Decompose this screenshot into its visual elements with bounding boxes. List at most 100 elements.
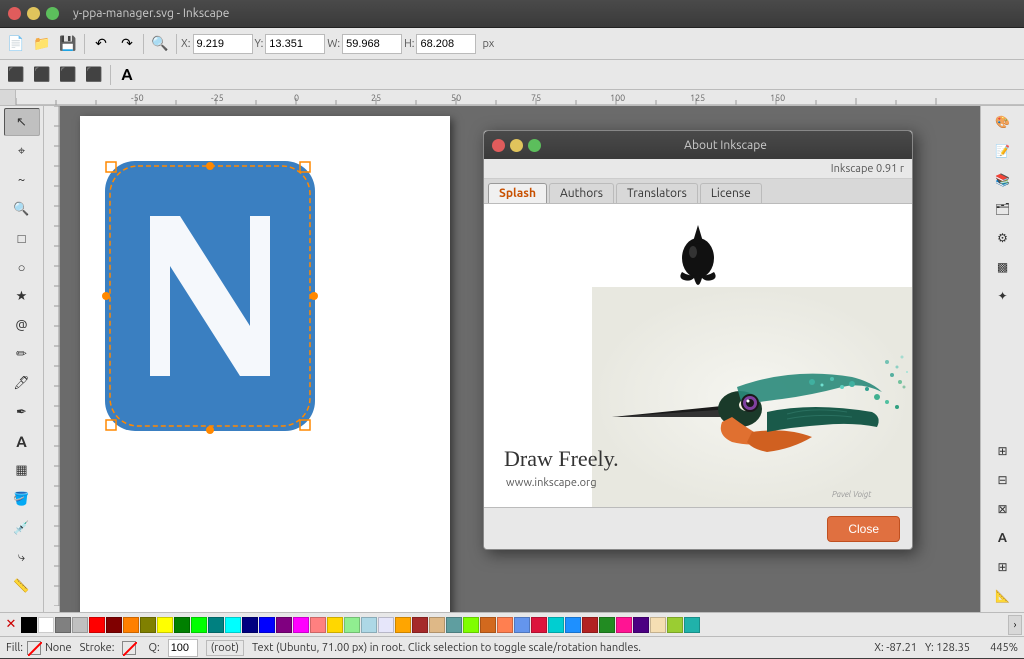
color-swatch[interactable] xyxy=(531,617,547,633)
color-swatch[interactable] xyxy=(616,617,632,633)
xml-editor-icon[interactable]: 📝 xyxy=(985,137,1021,165)
objects-icon[interactable]: 🗂 xyxy=(985,195,1021,223)
color-swatch[interactable] xyxy=(123,617,139,633)
color-swatch[interactable] xyxy=(259,617,275,633)
color-swatch[interactable] xyxy=(599,617,615,633)
color-swatch[interactable] xyxy=(429,617,445,633)
color-swatch[interactable] xyxy=(225,617,241,633)
color-swatch[interactable] xyxy=(310,617,326,633)
window-maximize-button[interactable] xyxy=(46,7,59,20)
grid-icon[interactable]: ⊟ xyxy=(985,466,1021,494)
zoom-icon[interactable]: 🔍 xyxy=(148,32,172,56)
select-tool[interactable]: ↖ xyxy=(4,108,40,136)
color-swatch[interactable] xyxy=(276,617,292,633)
about-close-button-x[interactable] xyxy=(492,139,505,152)
calligraphy-tool[interactable]: ✒ xyxy=(4,398,40,426)
about-min-button[interactable] xyxy=(510,139,523,152)
circle-tool[interactable]: ○ xyxy=(4,253,40,281)
align-left-icon[interactable]: ⬛ xyxy=(4,63,28,87)
y-input[interactable] xyxy=(265,34,325,54)
connector-tool[interactable]: ⤷ xyxy=(4,543,40,571)
save-icon[interactable]: 💾 xyxy=(56,32,80,56)
guide-icon[interactable]: ⊞ xyxy=(985,553,1021,581)
swatches-icon[interactable]: ▩ xyxy=(985,253,1021,281)
color-swatch[interactable] xyxy=(497,617,513,633)
redo-icon[interactable]: ↷ xyxy=(115,32,139,56)
color-swatch[interactable] xyxy=(174,617,190,633)
opacity-input[interactable] xyxy=(168,639,198,657)
open-icon[interactable]: 📁 xyxy=(30,32,54,56)
tab-splash[interactable]: Splash xyxy=(488,183,547,203)
filters-icon[interactable]: ✦ xyxy=(985,282,1021,310)
tab-translators[interactable]: Translators xyxy=(616,183,698,203)
zoom-tool[interactable]: 🔍 xyxy=(4,195,40,223)
spiral-tool[interactable]: @ xyxy=(4,311,40,339)
palette-scroll-right[interactable]: › xyxy=(1008,615,1022,635)
close-about-button[interactable]: Close xyxy=(827,516,900,542)
eyedropper-tool[interactable]: 💉 xyxy=(4,514,40,542)
h-input[interactable] xyxy=(416,34,476,54)
color-swatch[interactable] xyxy=(21,617,37,633)
color-swatch[interactable] xyxy=(395,617,411,633)
fill-stroke-icon[interactable]: 🎨 xyxy=(985,108,1021,136)
color-swatch[interactable] xyxy=(157,617,173,633)
fill-tool[interactable]: 🪣 xyxy=(4,485,40,513)
distribute-icon[interactable]: ⬛ xyxy=(82,63,106,87)
window-minimize-button[interactable] xyxy=(27,7,40,20)
align-right-icon[interactable]: ⬛ xyxy=(56,63,80,87)
tweak-tool[interactable]: ~ xyxy=(4,166,40,194)
color-swatch[interactable] xyxy=(582,617,598,633)
text-tool[interactable]: A xyxy=(4,427,40,455)
node-tool[interactable]: ⌖ xyxy=(4,137,40,165)
rect-tool[interactable]: □ xyxy=(4,224,40,252)
pen-tool[interactable]: 🖊 xyxy=(4,369,40,397)
color-swatch[interactable] xyxy=(463,617,479,633)
measure-tool[interactable]: 📏 xyxy=(4,572,40,600)
color-swatch[interactable] xyxy=(480,617,496,633)
new-icon[interactable]: 📄 xyxy=(4,32,28,56)
color-swatch[interactable] xyxy=(650,617,666,633)
color-swatch[interactable] xyxy=(446,617,462,633)
color-swatch[interactable] xyxy=(191,617,207,633)
star-tool[interactable]: ★ xyxy=(4,282,40,310)
zoom-fit-icon[interactable]: ⊠ xyxy=(985,495,1021,523)
color-swatch[interactable] xyxy=(208,617,224,633)
color-swatch[interactable] xyxy=(106,617,122,633)
color-swatch[interactable] xyxy=(667,617,683,633)
gradient-tool[interactable]: ▦ xyxy=(4,456,40,484)
measure-display-icon[interactable]: 📐 xyxy=(985,582,1021,610)
color-swatch[interactable] xyxy=(242,617,258,633)
color-swatch[interactable] xyxy=(140,617,156,633)
color-swatch[interactable] xyxy=(684,617,700,633)
symbols-icon[interactable]: ⚙ xyxy=(985,224,1021,252)
color-swatch[interactable] xyxy=(548,617,564,633)
color-swatch[interactable] xyxy=(327,617,343,633)
tab-authors[interactable]: Authors xyxy=(549,183,614,203)
undo-icon[interactable]: ↶ xyxy=(89,32,113,56)
layers-icon[interactable]: 📚 xyxy=(985,166,1021,194)
color-swatch[interactable] xyxy=(378,617,394,633)
no-color-swatch[interactable]: ✕ xyxy=(2,616,20,634)
splash-content: INKSCAPE 0.91 xyxy=(484,204,912,507)
color-swatch[interactable] xyxy=(38,617,54,633)
pencil-tool[interactable]: ✏ xyxy=(4,340,40,368)
w-input[interactable] xyxy=(342,34,402,54)
text-icon[interactable]: A xyxy=(115,63,139,87)
color-swatch[interactable] xyxy=(344,617,360,633)
color-swatch[interactable] xyxy=(514,617,530,633)
color-swatch[interactable] xyxy=(55,617,71,633)
snap-icon[interactable]: ⊞ xyxy=(985,437,1021,465)
about-max-button[interactable] xyxy=(528,139,541,152)
color-manage-icon[interactable]: A xyxy=(985,524,1021,552)
color-swatch[interactable] xyxy=(89,617,105,633)
color-swatch[interactable] xyxy=(72,617,88,633)
color-swatch[interactable] xyxy=(565,617,581,633)
align-center-icon[interactable]: ⬛ xyxy=(30,63,54,87)
color-swatch[interactable] xyxy=(412,617,428,633)
color-swatch[interactable] xyxy=(633,617,649,633)
color-swatch[interactable] xyxy=(293,617,309,633)
tab-license[interactable]: License xyxy=(700,183,762,203)
window-close-button[interactable] xyxy=(8,7,21,20)
color-swatch[interactable] xyxy=(361,617,377,633)
x-input[interactable] xyxy=(193,34,253,54)
